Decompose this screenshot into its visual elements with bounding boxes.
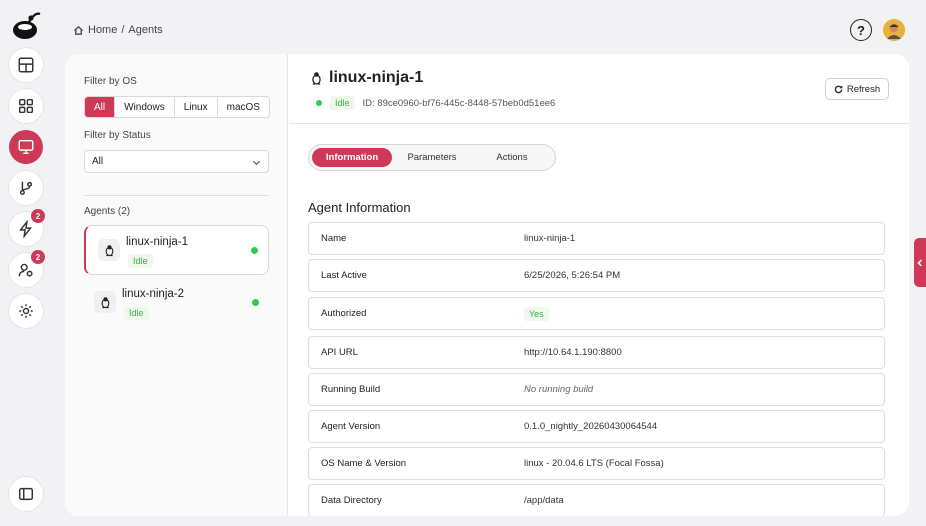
info-value: No running build (524, 384, 594, 395)
os-filter-linux[interactable]: Linux (173, 97, 217, 117)
agent-status-row: Idle ID: 89ce0960-bf76-445c-8448-57beb0d… (316, 96, 555, 110)
status-filter-select[interactable]: All (84, 150, 269, 173)
agents-button[interactable] (9, 130, 43, 164)
agent-id: ID: 89ce0960-bf76-445c-8448-57beb0d51ee6 (362, 97, 556, 109)
info-row-last-active: Last Active 6/25/2026, 5:26:54 PM (308, 259, 885, 292)
status-filter-value: All (92, 156, 104, 167)
online-indicator (316, 100, 322, 106)
avatar[interactable] (883, 19, 905, 41)
info-row-api-url: API URL http://10.64.1.190:8800 (308, 336, 885, 369)
linux-icon (98, 239, 120, 261)
os-filter-windows[interactable]: Windows (114, 97, 174, 117)
breadcrumb-separator: / (121, 24, 125, 36)
info-row-agent-version: Agent Version 0.1.0_nightly_202604300645… (308, 410, 885, 443)
breadcrumb-home[interactable]: Home (88, 24, 117, 36)
os-filter-label: Filter by OS (84, 76, 137, 87)
info-key: Agent Version (321, 421, 381, 432)
nav-rail: 2 2 (0, 0, 52, 526)
online-indicator (252, 299, 259, 306)
tab-actions[interactable]: Actions (472, 148, 552, 167)
info-row-os: OS Name & Version linux - 20.04.6 LTS (F… (308, 447, 885, 480)
agent-name: linux-ninja-1 (126, 236, 189, 248)
info-key: OS Name & Version (321, 458, 407, 469)
chevron-left-icon (917, 258, 923, 267)
expand-panel-button[interactable] (914, 238, 926, 287)
info-value: /app/data (524, 495, 564, 506)
info-key: Running Build (321, 384, 381, 395)
info-value: 0.1.0_nightly_20260430064544 (524, 421, 658, 432)
detail-tabs: Information Parameters Actions (308, 144, 556, 171)
info-value: linux-ninja-1 (524, 233, 576, 244)
os-filter-macos[interactable]: macOS (216, 97, 269, 117)
refresh-icon (834, 85, 843, 93)
os-filter-all[interactable]: All (85, 97, 115, 117)
info-value-wrap: Yes (524, 298, 549, 329)
users-badge: 2 (31, 250, 45, 264)
divider (289, 123, 909, 124)
tab-information[interactable]: Information (312, 148, 392, 167)
breadcrumb: Home / Agents (73, 24, 163, 36)
app-logo-icon[interactable] (11, 10, 41, 42)
user-avatar-icon (883, 19, 905, 41)
info-key: API URL (321, 347, 358, 358)
authorized-badge: Yes (524, 306, 549, 321)
linux-icon (94, 291, 116, 313)
refresh-button[interactable]: Refresh (825, 78, 889, 100)
os-filter: All Windows Linux macOS (84, 96, 270, 118)
toggle-sidebar-button[interactable] (9, 477, 43, 511)
dashboard-button[interactable] (9, 48, 43, 82)
info-row-authorized: Authorized Yes (308, 297, 885, 330)
agents-count-label: Agents (2) (84, 206, 131, 217)
git-branch-icon (19, 181, 33, 196)
monitor-icon (18, 139, 34, 155)
agent-status-badge: Idle (128, 254, 153, 268)
agents-sidebar: Filter by OS All Windows Linux macOS Fil… (65, 54, 288, 516)
agent-name: linux-ninja-2 (122, 288, 185, 300)
projects-button[interactable] (9, 89, 43, 123)
agent-detail: linux-ninja-1 Idle ID: 89ce0960-bf76-445… (289, 54, 909, 516)
gear-icon (19, 304, 33, 318)
info-row-running-build: Running Build No running build (308, 373, 885, 406)
info-row-data-directory: Data Directory /app/data (308, 484, 885, 516)
source-control-button[interactable] (9, 171, 43, 205)
info-key: Authorized (321, 308, 367, 319)
home-icon (73, 25, 84, 35)
info-key: Name (321, 233, 347, 244)
breadcrumb-current: Agents (128, 24, 163, 36)
lightning-icon (19, 220, 32, 238)
help-icon: ? (857, 22, 865, 38)
page-title: linux-ninja-1 (329, 69, 424, 86)
settings-button[interactable] (9, 294, 43, 328)
divider (84, 195, 269, 196)
sidebar-icon (18, 487, 34, 501)
users-button[interactable]: 2 (9, 250, 45, 287)
info-value: 6/25/2026, 5:26:54 PM (524, 270, 621, 281)
info-value: http://10.64.1.190:8800 (524, 347, 622, 358)
agent-list-item[interactable]: linux-ninja-1 Idle (84, 225, 269, 275)
chevron-down-icon (252, 160, 261, 166)
agent-list-item[interactable]: linux-ninja-2 Idle (84, 278, 269, 328)
info-row-name: Name linux-ninja-1 (308, 222, 885, 255)
status-badge: Idle (330, 96, 355, 110)
status-filter-label: Filter by Status (84, 130, 151, 141)
user-settings-icon (18, 263, 33, 277)
online-indicator (251, 247, 258, 254)
main-card: Filter by OS All Windows Linux macOS Fil… (65, 54, 909, 516)
info-key: Data Directory (321, 495, 382, 506)
builds-badge: 2 (31, 209, 45, 223)
section-title: Agent Information (308, 200, 411, 215)
agent-status-badge: Idle (124, 306, 149, 320)
grid-icon (18, 98, 34, 114)
info-key: Last Active (321, 270, 367, 281)
info-value: linux - 20.04.6 LTS (Focal Fossa) (524, 458, 664, 469)
linux-icon (312, 72, 321, 85)
layout-icon (18, 57, 34, 73)
builds-button[interactable]: 2 (9, 209, 45, 246)
refresh-label: Refresh (846, 83, 881, 95)
tab-parameters[interactable]: Parameters (392, 148, 472, 167)
help-button[interactable]: ? (850, 19, 872, 41)
